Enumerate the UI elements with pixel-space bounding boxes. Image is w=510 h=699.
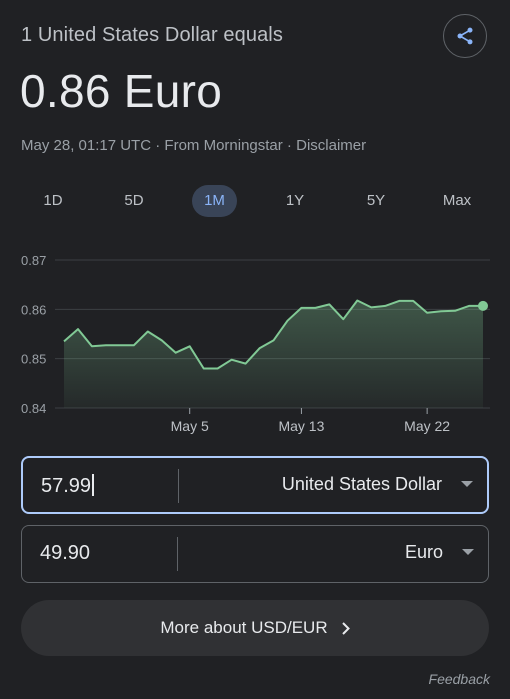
chevron-right-icon — [341, 621, 350, 635]
source: From Morningstar — [164, 137, 283, 154]
range-tabs: 1D 5D 1M 1Y 5Y Max — [0, 185, 510, 217]
dropdown-caret-icon[interactable] — [462, 549, 474, 556]
y-tick-label: 0.84 — [21, 401, 46, 416]
to-currency-select[interactable]: Euro — [405, 542, 443, 563]
to-currency-box[interactable]: 49.90 Euro — [21, 525, 489, 583]
more-about-button[interactable]: More about USD/EUR — [21, 600, 489, 656]
x-tick-label: May 5 — [171, 418, 209, 434]
data-point — [478, 300, 488, 311]
y-tick-label: 0.86 — [21, 302, 46, 317]
feedback-link[interactable]: Feedback — [429, 671, 490, 687]
tab-1m[interactable]: 1M — [192, 185, 237, 217]
x-tick-label: May 22 — [404, 418, 450, 434]
tab-5d[interactable]: 5D — [109, 185, 159, 217]
separator: · — [282, 137, 297, 154]
text-cursor — [92, 474, 95, 496]
to-amount-input[interactable]: 49.90 — [40, 542, 90, 565]
from-currency-select[interactable]: United States Dollar — [282, 474, 442, 495]
timestamp: May 28, 01:17 UTC — [21, 137, 152, 154]
y-tick-label: 0.85 — [21, 352, 46, 367]
tab-5y[interactable]: 5Y — [351, 185, 401, 217]
share-button[interactable] — [443, 14, 487, 58]
x-tick-label: May 13 — [278, 418, 324, 434]
rate-subtitle: 1 United States Dollar equals — [21, 24, 283, 46]
rate-chart[interactable]: 0.87 0.86 0.85 0.84 May 5 May 13 May 22 — [0, 245, 510, 445]
rate-meta: May 28, 01:17 UTC · From Morningstar · D… — [21, 137, 366, 154]
share-icon — [457, 27, 473, 45]
divider — [178, 469, 179, 503]
disclaimer-link[interactable]: Disclaimer — [296, 137, 366, 154]
area-fill — [64, 300, 483, 408]
tab-1y[interactable]: 1Y — [270, 185, 320, 217]
from-amount-input[interactable]: 57.99 — [41, 474, 95, 498]
dropdown-caret-icon[interactable] — [461, 481, 473, 488]
divider — [177, 537, 178, 571]
separator: · — [151, 137, 165, 154]
from-currency-box[interactable]: 57.99 United States Dollar — [21, 456, 489, 514]
tab-max[interactable]: Max — [432, 185, 482, 217]
more-about-label: More about USD/EUR — [160, 618, 328, 637]
y-tick-label: 0.87 — [21, 253, 46, 268]
exchange-rate: 0.86 Euro — [20, 65, 223, 117]
tab-1d[interactable]: 1D — [28, 185, 78, 217]
